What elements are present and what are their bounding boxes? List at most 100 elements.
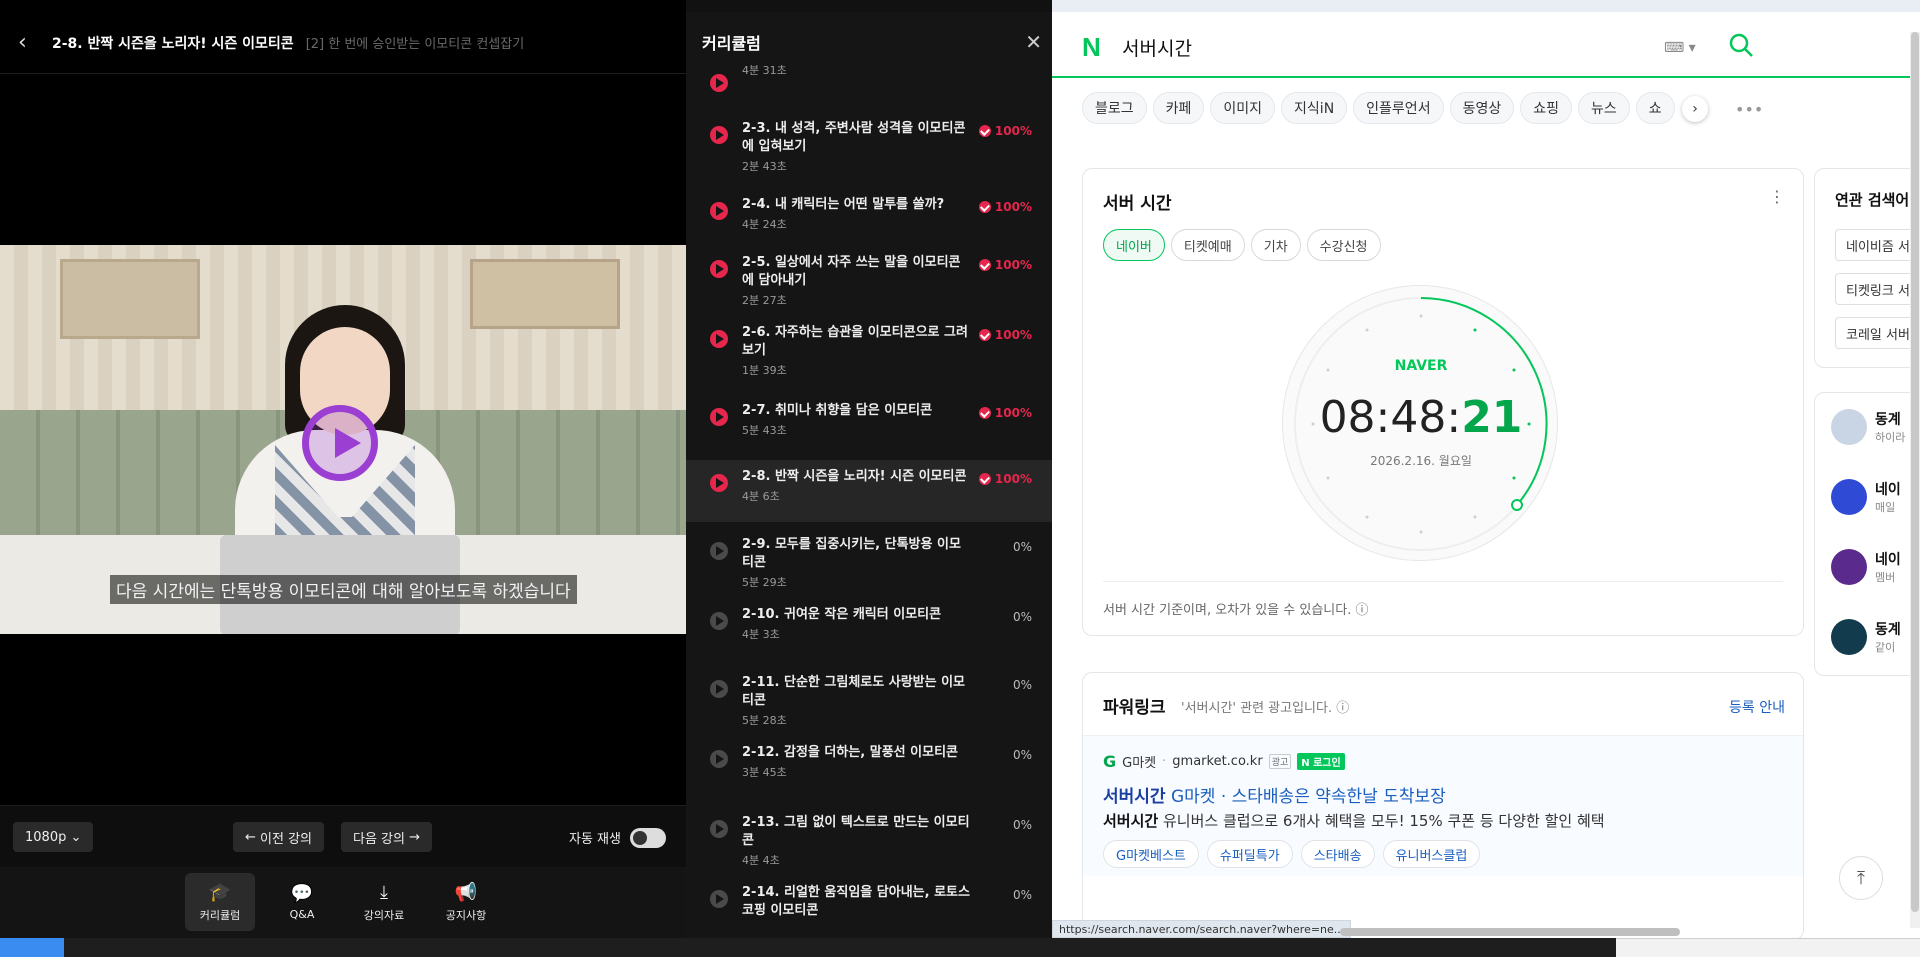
ad-headline[interactable]: 서버시간 G마켓 · 스타배송은 약속한날 도착보장 — [1103, 782, 1446, 807]
tab-shopping[interactable]: 쇼핑 — [1520, 92, 1572, 124]
clock-date: 2026.2.16. 월요일 — [1370, 454, 1472, 468]
ad-badge: 광고 — [1268, 754, 1292, 769]
server-time-card: 서버 시간 ⋮ 네이버 티켓예매 기차 수강신청 NAVER 08:48:21 … — [1082, 168, 1804, 636]
curriculum-item-duration: 4분 4초 — [742, 854, 780, 867]
related-item[interactable]: 코레일 서버 — [1835, 317, 1920, 349]
curriculum-item-duration: 4분 6초 — [742, 490, 780, 503]
tab-news[interactable]: 뉴스 — [1577, 92, 1630, 124]
chip-naver[interactable]: 네이버 — [1103, 229, 1165, 261]
side-list-item[interactable]: 네이 매일 — [1831, 467, 1920, 527]
register-link[interactable]: 등록 안내 — [1729, 697, 1785, 717]
tab-cafe[interactable]: 카페 — [1152, 92, 1205, 124]
tab-materials[interactable]: ⤓ 강의자료 — [349, 873, 419, 931]
play-circle-icon — [710, 820, 728, 838]
curriculum-item[interactable]: 2-12. 감정을 더하는, 말풍선 이모티콘 3분 45초 0% — [686, 736, 1052, 792]
chip-train[interactable]: 기차 — [1250, 229, 1301, 261]
close-icon[interactable]: ✕ — [1025, 30, 1042, 54]
play-circle-icon — [710, 890, 728, 908]
curriculum-item[interactable]: 2-8. 반짝 시즌을 노리자! 시즌 이모티콘 4분 6초 100% — [686, 460, 1052, 522]
megaphone-icon: 📢 — [454, 881, 478, 903]
next-lecture-button[interactable]: 다음 강의 → — [341, 822, 433, 852]
curriculum-item[interactable]: 2-6. 자주하는 습관을 이모티콘으로 그려보기 1분 39초 100% — [686, 316, 1052, 380]
tab-video[interactable]: 동영상 — [1449, 92, 1515, 124]
curriculum-item-title: 2-8. 반짝 시즌을 노리자! 시즌 이모티콘 — [742, 469, 967, 484]
tab-kin[interactable]: 지식iN — [1281, 92, 1348, 124]
search-icon[interactable] — [1728, 32, 1754, 58]
curriculum-item[interactable]: 2-4. 내 캐릭터는 어떤 말투를 쓸까? 4분 24초 100% — [686, 188, 1052, 240]
curriculum-item-title: 2-9. 모두를 집중시키는, 단톡방용 이모티콘 — [742, 537, 961, 570]
avatar — [1831, 479, 1867, 515]
chip-course[interactable]: 수강신청 — [1306, 229, 1381, 261]
curriculum-item[interactable]: 2-7. 취미나 취향을 담은 이모티콘 5분 43초 100% — [686, 394, 1052, 446]
related-item[interactable]: 티켓링크 서 — [1835, 273, 1920, 305]
clock-seconds: 21 — [1461, 392, 1523, 443]
curriculum-item[interactable]: 2-3. 내 성격, 주변사람 성격을 이모티콘에 입혀보기 2분 43초 100% — [686, 112, 1052, 176]
curriculum-item-title: 2-13. 그림 없이 텍스트로 만드는 이모티콘 — [742, 815, 970, 848]
related-title: 연관 검색어 — [1835, 191, 1910, 209]
tab-influencer[interactable]: 인플루언서 — [1353, 92, 1444, 124]
video-player[interactable]: 다음 시간에는 단톡방용 이모티콘에 대해 알아보도록 하겠습니다 — [0, 245, 686, 634]
side-list-item[interactable]: 동계 하이라 — [1831, 397, 1920, 457]
naver-logo[interactable]: N — [1082, 32, 1101, 63]
scroll-top-icon[interactable]: ⤒ — [1839, 856, 1883, 900]
play-icon[interactable] — [302, 405, 378, 481]
powerlink-desc: '서버시간' 관련 광고입니다. ⓘ — [1181, 701, 1350, 716]
taskbar-app[interactable] — [0, 938, 64, 957]
tab-blog[interactable]: 블로그 — [1082, 92, 1147, 124]
side-list-item[interactable]: 네이 멤버 — [1831, 537, 1920, 597]
check-circle-icon — [978, 329, 991, 341]
play-circle-icon — [710, 202, 728, 220]
horizontal-scrollbar[interactable] — [1340, 928, 1680, 936]
autoplay-label: 자동 재생 — [569, 832, 621, 847]
graduation-cap-icon: 🎓 — [208, 881, 232, 903]
curriculum-item-duration: 5분 29초 — [742, 576, 787, 589]
curriculum-item[interactable]: 2-13. 그림 없이 텍스트로 만드는 이모티콘 4분 4초 0% — [686, 806, 1052, 867]
ad-tag[interactable]: 유니버스클럽 — [1382, 840, 1481, 868]
play-circle-icon — [710, 74, 728, 92]
related-item[interactable]: 네이비즘 서 — [1835, 229, 1920, 261]
video-header: ‹ 2-8. 반짝 시즌을 노리자! 시즌 이모티콘 [2] 한 번에 승인받는… — [0, 12, 686, 74]
side-list-item[interactable]: 동계 같이 — [1831, 607, 1920, 667]
search-input[interactable]: 서버시간 — [1122, 34, 1192, 61]
more-icon[interactable]: ••• — [1735, 100, 1763, 119]
ad-brand[interactable]: G마켓 — [1122, 752, 1156, 771]
ad-tag[interactable]: 슈퍼딜특가 — [1206, 840, 1293, 868]
play-circle-icon — [710, 126, 728, 144]
tab-curriculum[interactable]: 🎓 커리큘럼 — [185, 873, 255, 931]
curriculum-item[interactable]: 2-14. 리얼한 움직임을 담아내는, 로토스코핑 이모티콘 0% — [686, 876, 1052, 936]
curriculum-item-title: 2-11. 단순한 그림체로도 사랑받는 이모티콘 — [742, 675, 966, 708]
tab-qna[interactable]: 💬 Q&A — [267, 873, 337, 931]
ad-tag[interactable]: 스타배송 — [1300, 840, 1375, 868]
chip-ticket[interactable]: 티켓예매 — [1170, 229, 1245, 261]
ad-domain[interactable]: gmarket.co.kr — [1172, 754, 1262, 769]
tab-notice[interactable]: 📢 공지사항 — [431, 873, 501, 931]
curriculum-item[interactable]: 2-11. 단순한 그림체로도 사랑받는 이모티콘 5분 28초 0% — [686, 666, 1052, 727]
curriculum-item-duration: 3분 45초 — [742, 766, 787, 779]
curriculum-item[interactable]: 2-10. 귀여운 작은 캐릭터 이모티콘 4분 3초 0% — [686, 598, 1052, 654]
screen: ‹ 2-8. 반짝 시즌을 노리자! 시즌 이모티콘 [2] 한 번에 승인받는… — [0, 0, 1920, 957]
naver-search-window: N 서버시간 ⌨ ▾ 블로그 카페 이미지 지식iN 인플루언서 동영상 쇼핑 … — [1052, 0, 1920, 938]
tab-image[interactable]: 이미지 — [1210, 92, 1276, 124]
prev-lecture-button[interactable]: ← 이전 강의 — [233, 822, 325, 852]
curriculum-item-title: 2-4. 내 캐릭터는 어떤 말투를 쓸까? — [742, 197, 945, 212]
keyboard-icon[interactable]: ⌨ ▾ — [1664, 40, 1696, 56]
curriculum-item[interactable]: 4분 31초 — [686, 60, 1052, 100]
vertical-scrollbar[interactable] — [1910, 32, 1920, 928]
ad-tag[interactable]: G마켓베스트 — [1103, 840, 1199, 868]
curriculum-item-title: 2-14. 리얼한 움직임을 담아내는, 로토스코핑 이모티콘 — [742, 885, 970, 918]
curriculum-item[interactable]: 2-5. 일상에서 자주 쓰는 말을 이모티콘에 담아내기 2분 27초 100% — [686, 246, 1052, 310]
back-arrow-icon[interactable]: ‹ — [18, 30, 36, 55]
progress-badge: 100% — [978, 328, 1032, 342]
curriculum-item-title: 2-12. 감정을 더하는, 말풍선 이모티콘 — [742, 745, 958, 760]
quality-select[interactable]: 1080p ⌄ — [13, 822, 94, 852]
info-icon[interactable]: ⓘ — [1336, 701, 1349, 716]
play-circle-icon — [710, 542, 728, 560]
curriculum-item[interactable]: 2-9. 모두를 집중시키는, 단톡방용 이모티콘 5분 29초 0% — [686, 528, 1052, 589]
chevron-right-icon[interactable]: › — [1682, 96, 1708, 122]
tab-more-partial[interactable]: 쇼 — [1635, 92, 1675, 124]
progress-badge: 100% — [978, 472, 1032, 486]
info-icon[interactable]: ⓘ — [1355, 603, 1368, 618]
powerlink-card: 파워링크 '서버시간' 관련 광고입니다. ⓘ 등록 안내 G G마켓 · gm… — [1082, 672, 1804, 938]
autoplay-toggle[interactable] — [630, 828, 666, 848]
kebab-menu-icon[interactable]: ⋮ — [1769, 187, 1785, 206]
